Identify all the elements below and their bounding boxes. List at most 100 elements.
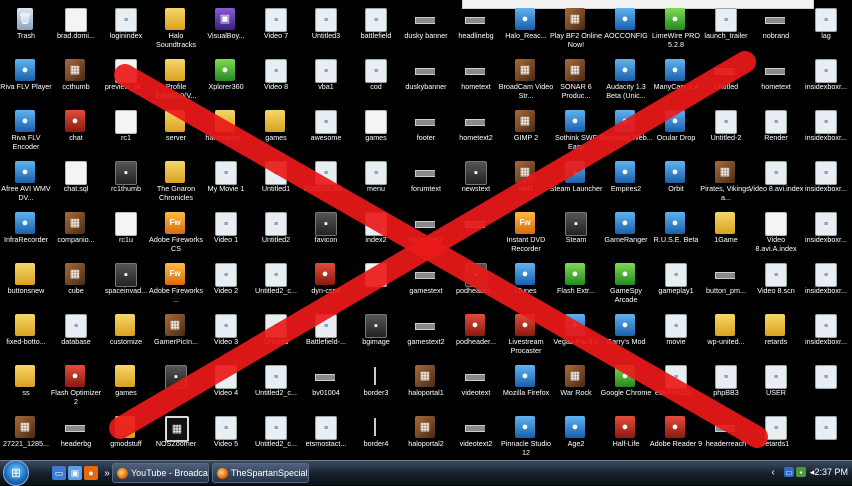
desktop-icon[interactable]: ● iTunes [500, 257, 552, 309]
desktop-icon[interactable]: ● Riva FLV Encoder [0, 104, 52, 156]
desktop-icon[interactable]: ▦ 27221_1285... [0, 410, 52, 462]
desktop-icon[interactable]: bv01004 [300, 359, 352, 411]
desktop-icon[interactable]: ▦ companio... [50, 206, 102, 258]
desktop-icon[interactable]: ≡ phpBB3 [700, 359, 752, 411]
desktop-icon[interactable]: ≡ movie [650, 308, 702, 360]
desktop-icon[interactable]: ● Livestream Procaster [500, 308, 552, 360]
desktop-icon[interactable]: ≡ Video 8 [250, 53, 302, 105]
desktop-icon[interactable]: ● AOCCONFIG [600, 2, 652, 54]
desktop-icon[interactable]: ● GameRanger [600, 206, 652, 258]
desktop-icon[interactable]: ≡ insidexboxr... [800, 206, 852, 258]
desktop-icon[interactable]: ≡ Untitled1 [250, 155, 302, 207]
desktop-icon[interactable]: brad.domi... [50, 2, 102, 54]
desktop-icon[interactable]: ≡ gameplay1 [650, 257, 702, 309]
desktop-icon[interactable]: customize [100, 308, 152, 360]
desktop-icon[interactable]: ≡ retards1 [750, 410, 802, 462]
desktop-icon[interactable]: ss [0, 359, 52, 411]
desktop-icon[interactable]: footer [400, 104, 452, 156]
desktop-icon[interactable]: ● Adobe Reader 9 [650, 410, 702, 462]
desktop-icon[interactable]: ● ManyCam 2.4 [650, 53, 702, 105]
desktop-icon[interactable]: ▦ cube [50, 257, 102, 309]
desktop-icon[interactable]: ● Steam Launcher [550, 155, 602, 207]
desktop-icon[interactable]: ▦ BroadCam Video Str... [499, 53, 553, 105]
desktop-icon[interactable]: ≡ Video 2 [200, 257, 252, 309]
desktop-icon[interactable]: ≡ My Movie 1 [200, 155, 252, 207]
desktop-icon[interactable]: ≡ Untitled3 [300, 2, 352, 54]
desktop-icon[interactable]: ≡ vba1 [300, 53, 352, 105]
desktop-icon[interactable]: ▣ VisualBoy... [200, 2, 252, 54]
desktop-icon[interactable]: ≡ Video 1 [200, 206, 252, 258]
desktop-icon[interactable]: ≡ Video 8.scn [750, 257, 802, 309]
desktop-icon[interactable]: Video 8.avi.A.index [750, 206, 802, 258]
desktop-icon[interactable]: ≡ index2 [350, 206, 402, 258]
desktop-icon[interactable]: ≡ Video 7 [250, 2, 302, 54]
desktop-icon[interactable]: Fw Adobe Fireworks CS [149, 206, 203, 258]
desktop-icon[interactable]: hometext [450, 53, 502, 105]
desktop-icon[interactable]: forumtext2 [400, 206, 452, 258]
desktop-icon[interactable]: ▪ [150, 359, 202, 411]
desktop-icon[interactable]: ● Xplorer360 [200, 53, 252, 105]
desktop-icon[interactable]: Untitled [700, 53, 752, 105]
desktop-icon[interactable]: ● chat [50, 104, 102, 156]
desktop-icon[interactable]: preview_bk... [100, 53, 152, 105]
desktop-icon[interactable]: ≡ Video 5 [200, 410, 252, 462]
desktop-icon[interactable]: ▪ spaceinvad... [100, 257, 152, 309]
desktop-icon[interactable]: ● dyn-csp6 [300, 257, 352, 309]
desktop-icon[interactable]: ≡ menu [350, 155, 402, 207]
desktop-icon[interactable]: rc1u [100, 206, 152, 258]
desktop-icon[interactable]: ▦ haloportal1 [400, 359, 452, 411]
desktop-icon[interactable]: ≡ insidexboxr... [800, 155, 852, 207]
start-button[interactable]: ⊞ [3, 460, 29, 486]
desktop-icon[interactable]: ≡ Video 3 [200, 308, 252, 360]
desktop-icon[interactable]: ● Google Chrome [600, 359, 652, 411]
firefox-quicklaunch-icon[interactable]: ● [84, 466, 98, 480]
desktop-icon[interactable]: ≡ insidexboxr... [800, 53, 852, 105]
desktop-icon[interactable]: ● Age2 [550, 410, 602, 462]
desktop-icon[interactable]: ● podheader... [450, 308, 502, 360]
desktop-icon[interactable]: games [250, 104, 302, 156]
desktop-icon[interactable]: ▪ rc1thumb [100, 155, 152, 207]
desktop-icon[interactable]: ● R.U.S.E. Beta [650, 206, 702, 258]
desktop-icon[interactable]: videotext2 [450, 410, 502, 462]
desktop-icon[interactable] [350, 257, 402, 309]
desktop-icon[interactable]: 🗑 Trash [0, 2, 52, 54]
taskbar-window-button[interactable]: TheSpartanSpecialO... [212, 463, 309, 483]
desktop-icon[interactable]: ● Mozilla Firefox [500, 359, 552, 411]
desktop-icon[interactable]: ≡ e9947d033... [650, 359, 702, 411]
desktop-icon[interactable]: ● Riva FLV Player [0, 53, 52, 105]
switch-windows-icon[interactable]: ▣ [68, 466, 82, 480]
desktop-icon[interactable]: ≡ Battlefield-... [300, 308, 352, 360]
desktop-icon[interactable]: ≡ E00000C85... [300, 155, 352, 207]
desktop-icon[interactable]: ● Ocular Drop [650, 104, 702, 156]
desktop-icon[interactable]: ▦ GIMP 2 [500, 104, 552, 156]
desktop-icon[interactable]: fixed-botto... [0, 308, 52, 360]
desktop-icon[interactable]: ▪ favicon [300, 206, 352, 258]
desktop-icon[interactable]: 1Game [700, 206, 752, 258]
desktop-icon[interactable]: gmodstuff [100, 410, 152, 462]
desktop-icon[interactable]: ● LimeWire PRO 5.2.8 [650, 2, 702, 54]
desktop-icon[interactable]: ● InfraRecorder [0, 206, 52, 258]
desktop-icon[interactable]: ● Audacity 1.3 Beta (Unic... [600, 53, 652, 105]
desktop-icon[interactable]: rc1 [100, 104, 152, 156]
desktop-icon[interactable]: ● Half-Life [600, 410, 652, 462]
desktop-icon[interactable]: Fw Instant DVD Recorder [500, 206, 552, 258]
desktop-icon[interactable]: nobrand [750, 2, 802, 54]
desktop-icon[interactable] [450, 206, 502, 258]
desktop-icon[interactable]: ▪ newstext [450, 155, 502, 207]
desktop-icon[interactable]: ≡ etsmostact... [300, 410, 352, 462]
desktop-icon[interactable]: server [150, 104, 202, 156]
desktop-icon[interactable]: ● Afree AVI WMV DV... [0, 155, 52, 207]
desktop-icon[interactable]: Fw Adobe Fireworks ... [149, 257, 203, 309]
network-icon[interactable]: ▭ [784, 467, 794, 477]
desktop-icon[interactable]: ▦ War Rock [550, 359, 602, 411]
desktop-icon[interactable]: ≡ Untitled2_c... [250, 359, 302, 411]
desktop-icon[interactable]: buttonsnew [0, 257, 52, 309]
desktop-icon[interactable]: ≡ insidexboxr... [800, 308, 852, 360]
desktop-icon[interactable]: forumtext [400, 155, 452, 207]
desktop-icon[interactable]: ≡ Untitled-2 [700, 104, 752, 156]
desktop-icon[interactable]: ▦ haloportal2 [400, 410, 452, 462]
desktop-icon[interactable]: ≡ launch_trailer [700, 2, 752, 54]
desktop-icon[interactable]: ▪ bgimage [350, 308, 402, 360]
tray-expand-icon[interactable]: ‹ [768, 467, 778, 478]
desktop-icon[interactable]: headerreach [700, 410, 752, 462]
